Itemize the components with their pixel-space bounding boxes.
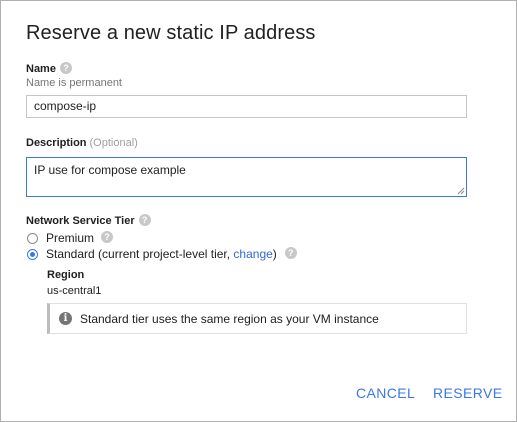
- radio-standard-button[interactable]: [27, 248, 38, 260]
- radio-standard[interactable]: Standard (current project-level tier, ch…: [27, 247, 297, 261]
- info-icon: i: [59, 312, 72, 325]
- region-info-box: i Standard tier uses the same region as …: [47, 303, 467, 334]
- name-input[interactable]: compose-ip: [26, 95, 467, 118]
- network-tier-label-text: Network Service Tier: [26, 215, 135, 227]
- name-hint: Name is permanent: [26, 77, 122, 89]
- network-tier-label: Network Service Tier?: [26, 214, 151, 227]
- standard-help-icon[interactable]: ?: [284, 247, 297, 259]
- description-textarea-value: IP use for compose example: [34, 163, 186, 177]
- resize-grip-icon[interactable]: [457, 187, 465, 195]
- change-tier-link[interactable]: change: [233, 247, 272, 261]
- name-label-text: Name: [26, 63, 56, 75]
- region-value: us-central1: [47, 285, 102, 297]
- reserve-button[interactable]: RESERVE: [433, 385, 502, 401]
- cancel-button[interactable]: CANCEL: [356, 385, 415, 401]
- radio-premium-button[interactable]: [27, 232, 38, 244]
- description-optional-label: (Optional): [89, 137, 138, 149]
- radio-standard-label-prefix: Standard (current project-level tier,: [46, 247, 234, 261]
- region-label: Region: [47, 269, 85, 281]
- description-label-text: Description: [26, 137, 87, 149]
- radio-premium[interactable]: Premium ?: [27, 231, 114, 245]
- premium-help-icon[interactable]: ?: [101, 231, 114, 243]
- network-tier-help-icon[interactable]: ?: [138, 214, 151, 227]
- description-textarea[interactable]: IP use for compose example: [26, 157, 467, 197]
- radio-premium-label: Premium: [46, 231, 95, 245]
- radio-standard-label-suffix: ): [272, 247, 277, 261]
- name-input-value: compose-ip: [34, 99, 97, 113]
- reserve-ip-dialog: Reserve a new static IP address Name? Na…: [0, 0, 517, 422]
- description-label: Description (Optional): [26, 137, 138, 149]
- region-info-text: Standard tier uses the same region as yo…: [80, 311, 379, 326]
- name-label: Name?: [26, 62, 72, 75]
- name-help-icon[interactable]: ?: [59, 62, 72, 75]
- dialog-title: Reserve a new static IP address: [26, 22, 316, 44]
